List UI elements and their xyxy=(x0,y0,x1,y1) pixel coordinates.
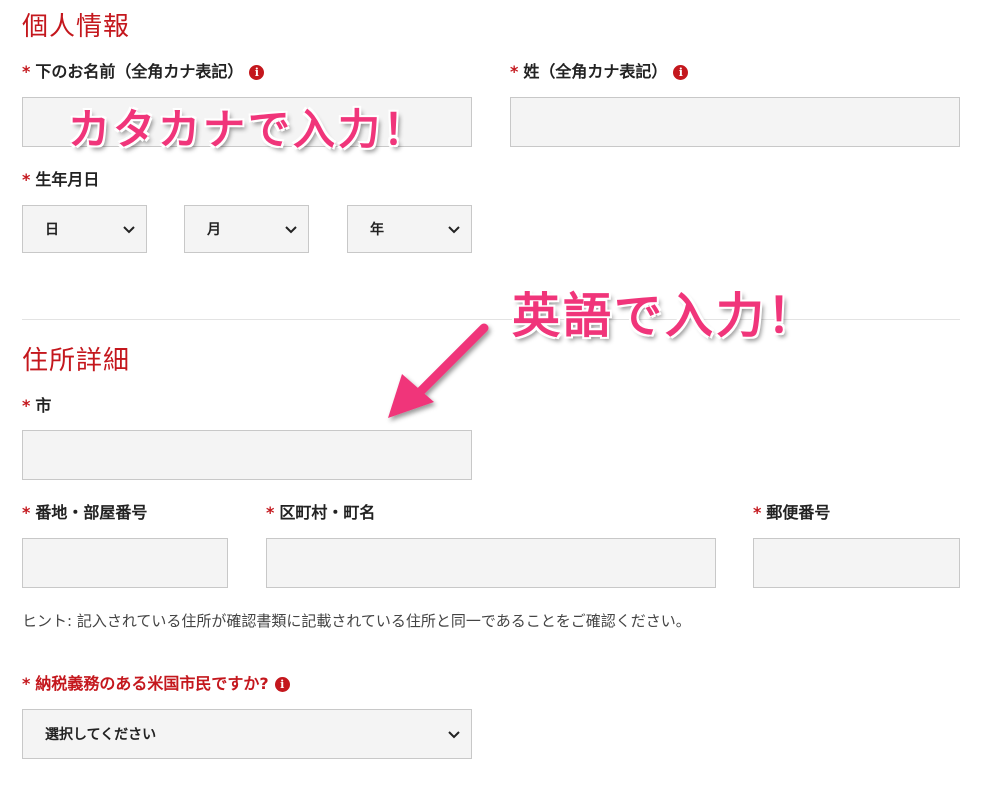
street-input[interactable] xyxy=(22,538,228,588)
tax-question-text: 納税義務のある米国市民ですか? xyxy=(35,674,269,693)
required-mark: * xyxy=(510,62,519,81)
section-divider xyxy=(22,319,960,320)
info-icon[interactable]: i xyxy=(274,677,290,692)
zip-label: * 郵便番号 xyxy=(753,503,830,523)
city-label: * 市 xyxy=(22,396,51,416)
dob-month-value: 月 xyxy=(207,222,221,238)
dob-label: * 生年月日 xyxy=(22,170,99,190)
first-name-label-text: 下のお名前（全角カナ表記） xyxy=(35,62,244,81)
tax-select-value: 選択してください xyxy=(45,727,157,743)
dob-day-value: 日 xyxy=(45,222,59,238)
arrow-icon xyxy=(388,323,489,418)
last-name-input[interactable] xyxy=(510,97,960,147)
zip-input[interactable] xyxy=(753,538,960,588)
address-hint: ヒント: 記入されている住所が確認書類に記載されている住所と同一であることをご確… xyxy=(22,612,691,630)
chevron-down-icon xyxy=(448,226,460,234)
info-icon[interactable]: i xyxy=(249,65,265,80)
last-name-label: * 姓（全角カナ表記） i xyxy=(510,62,689,82)
district-input[interactable] xyxy=(266,538,716,588)
tax-status-select[interactable]: 選択してください xyxy=(22,709,472,759)
dob-month-select[interactable]: 月 xyxy=(184,205,309,253)
dob-day-select[interactable]: 日 xyxy=(22,205,147,253)
required-mark: * xyxy=(266,503,275,522)
info-icon[interactable]: i xyxy=(673,65,689,80)
tax-question-label: * 納税義務のある米国市民ですか? i xyxy=(22,674,290,694)
dob-label-text: 生年月日 xyxy=(35,170,100,189)
city-label-text: 市 xyxy=(35,396,52,415)
address-title: 住所詳細 xyxy=(22,346,131,376)
city-input[interactable] xyxy=(22,430,472,480)
zip-label-text: 郵便番号 xyxy=(766,503,831,522)
required-mark: * xyxy=(22,170,31,189)
required-mark: * xyxy=(22,674,31,693)
dob-year-select[interactable]: 年 xyxy=(347,205,472,253)
first-name-label: * 下のお名前（全角カナ表記） i xyxy=(22,62,265,82)
required-mark: * xyxy=(22,396,31,415)
katakana-annotation: カタカナで入力！ xyxy=(68,105,429,154)
chevron-down-icon xyxy=(448,731,460,739)
street-label-text: 番地・部屋番号 xyxy=(35,503,148,522)
english-annotation: 英語で入力！ xyxy=(512,288,819,344)
street-label: * 番地・部屋番号 xyxy=(22,503,147,523)
chevron-down-icon xyxy=(123,226,135,234)
district-label-text: 区町村・町名 xyxy=(279,503,376,522)
chevron-down-icon xyxy=(285,226,297,234)
required-mark: * xyxy=(22,62,31,81)
district-label: * 区町村・町名 xyxy=(266,503,375,523)
required-mark: * xyxy=(753,503,762,522)
dob-year-value: 年 xyxy=(370,222,384,238)
personal-info-title: 個人情報 xyxy=(22,12,131,42)
last-name-label-text: 姓（全角カナ表記） xyxy=(523,62,668,81)
required-mark: * xyxy=(22,503,31,522)
